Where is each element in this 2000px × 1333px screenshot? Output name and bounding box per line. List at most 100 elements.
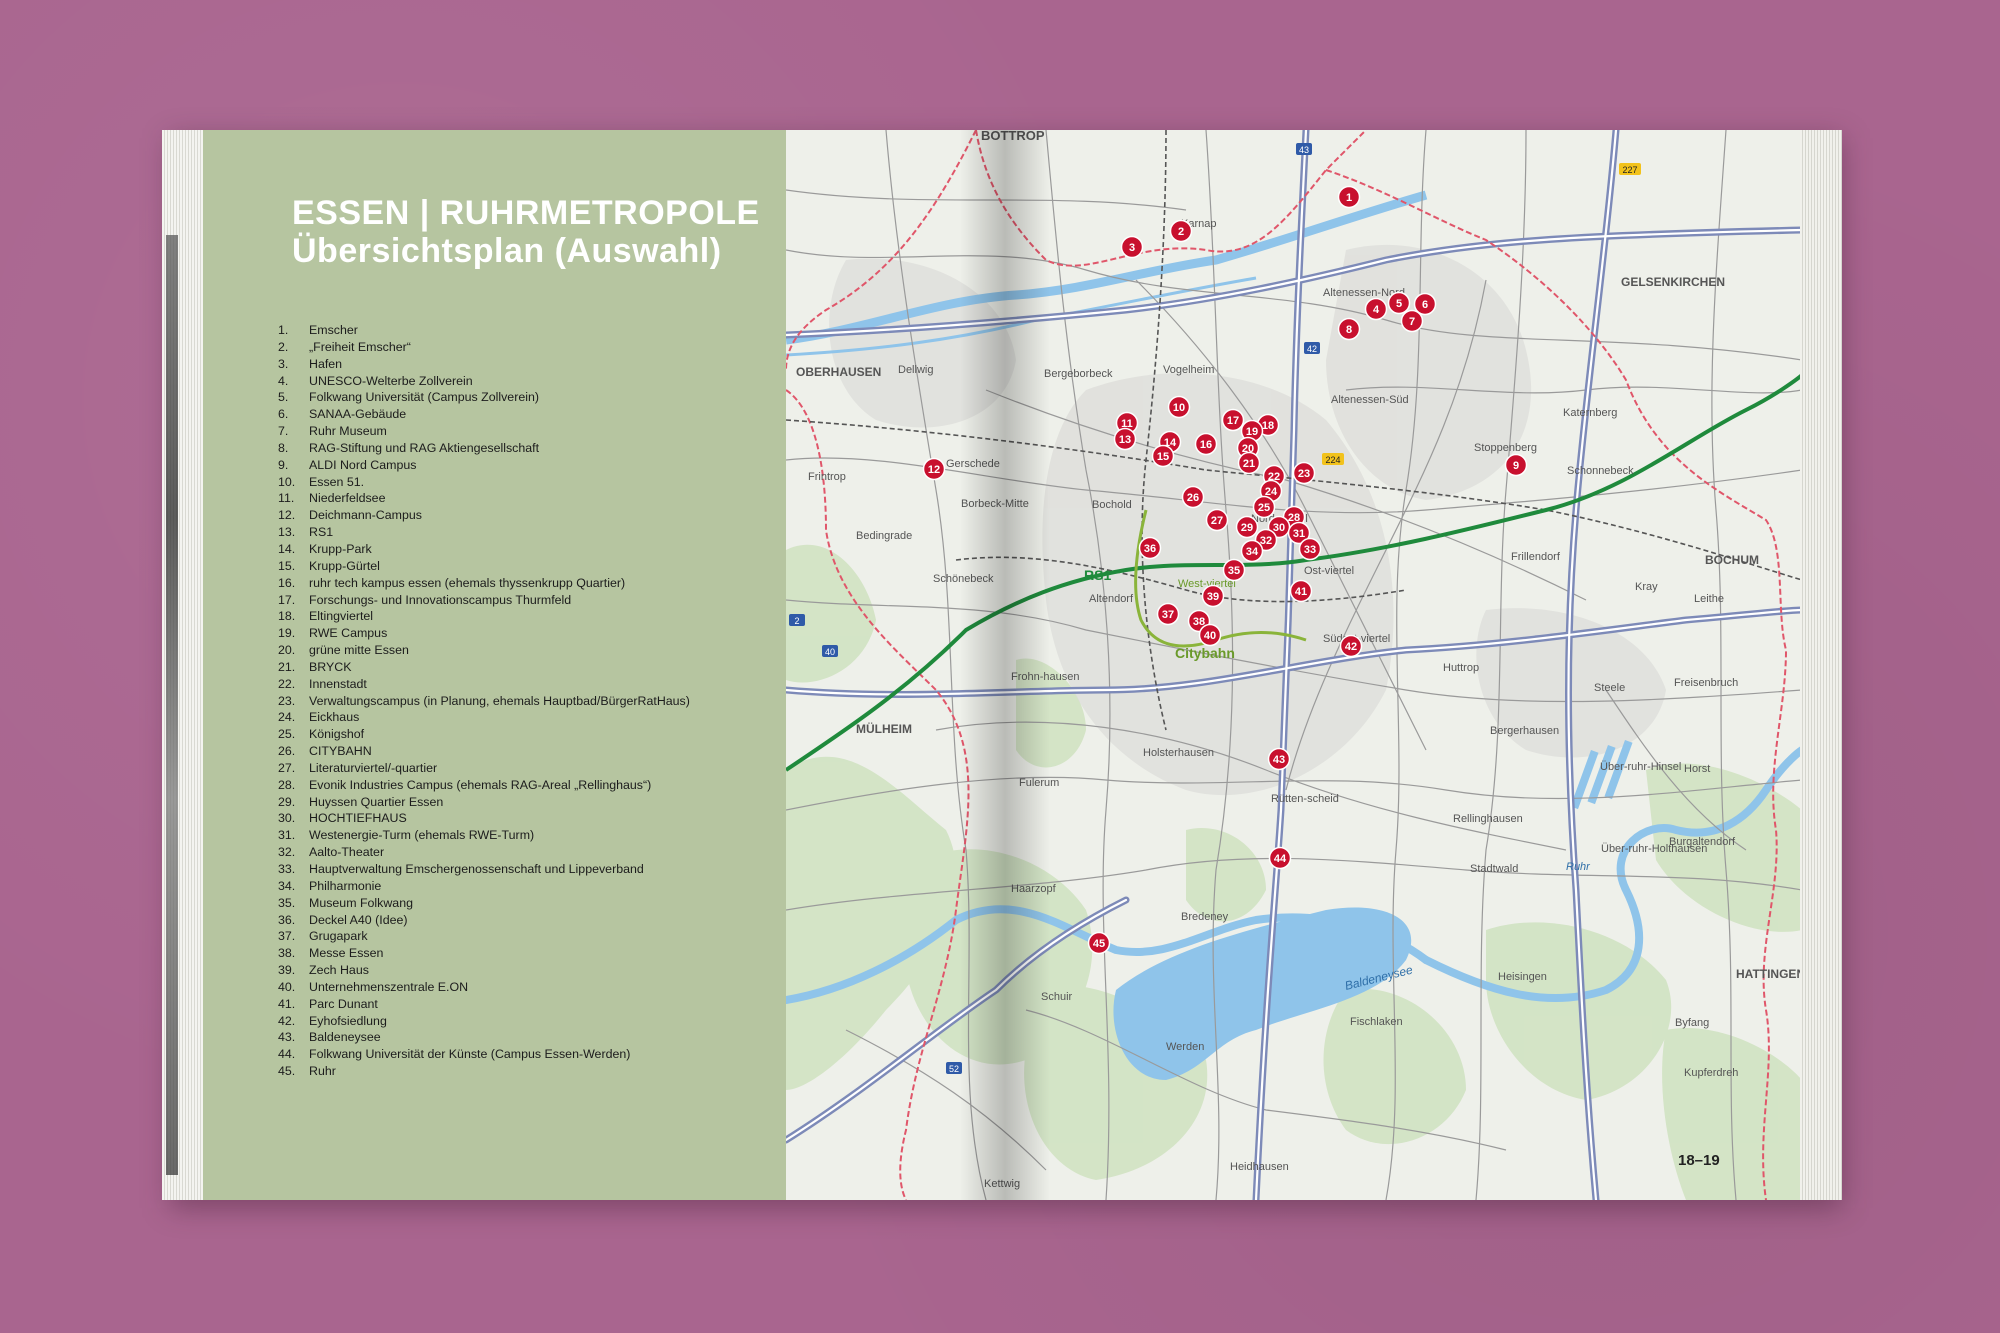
- poi-number: 41: [1295, 586, 1307, 598]
- poi-marker-5[interactable]: 5: [1387, 291, 1411, 315]
- poi-marker-9[interactable]: 9: [1504, 453, 1528, 477]
- poi-marker-2[interactable]: 2: [1169, 219, 1193, 243]
- poi-marker-8[interactable]: 8: [1337, 317, 1361, 341]
- poi-marker-21[interactable]: 21: [1237, 451, 1261, 475]
- poi-marker-43[interactable]: 43: [1267, 747, 1291, 771]
- legend-label: Folkwang Universität der Künste (Campus …: [309, 1047, 631, 1062]
- legend-label: RWE Campus: [309, 626, 388, 641]
- poi-marker-41[interactable]: 41: [1289, 579, 1313, 603]
- poi-marker-4[interactable]: 4: [1364, 297, 1388, 321]
- place-label: Bergeborbeck: [1044, 368, 1113, 380]
- poi-marker-12[interactable]: 12: [922, 457, 946, 481]
- poi-number: 18: [1262, 420, 1274, 432]
- poi-marker-40[interactable]: 40: [1198, 623, 1222, 647]
- legend-item: 21. BRYCK: [278, 659, 778, 676]
- legend-number: 38.: [278, 946, 296, 961]
- legend-number: 4.: [278, 373, 289, 388]
- place-label: Kettwig: [984, 1178, 1020, 1190]
- legend-label: Eickhaus: [309, 710, 360, 725]
- poi-marker-23[interactable]: 23: [1292, 461, 1316, 485]
- place-label: OBERHAUSEN: [796, 365, 881, 379]
- legend-item: 27. Literaturviertel/-quartier: [278, 760, 778, 777]
- legend-item: 38. Messe Essen: [278, 945, 778, 962]
- poi-marker-3[interactable]: 3: [1120, 235, 1144, 259]
- place-label: Ost-viertel: [1304, 565, 1354, 577]
- place-label: Steele: [1594, 682, 1625, 694]
- legend-label: Museum Folkwang: [309, 895, 413, 910]
- legend-item: 31. Westenergie-Turm (ehemals RWE-Turm): [278, 827, 778, 844]
- place-label: Über-ruhr-Holthausen: [1601, 843, 1707, 855]
- legend-item: 30. HOCHTIEFHAUS: [278, 810, 778, 827]
- poi-marker-17[interactable]: 17: [1221, 408, 1245, 432]
- poi-marker-13[interactable]: 13: [1113, 427, 1137, 451]
- svg-text:224: 224: [1325, 455, 1340, 465]
- poi-marker-39[interactable]: 39: [1201, 584, 1225, 608]
- poi-marker-36[interactable]: 36: [1138, 536, 1162, 560]
- legend-number: 28.: [278, 777, 296, 792]
- poi-marker-7[interactable]: 7: [1400, 309, 1424, 333]
- motorway-shield: 42: [1304, 342, 1320, 354]
- poi-number: 42: [1345, 641, 1357, 653]
- citybahn-label: Citybahn: [1175, 645, 1235, 661]
- legend-label: HOCHTIEFHAUS: [309, 811, 407, 826]
- legend-item: 11. Niederfeldsee: [278, 490, 778, 507]
- poi-number: 17: [1227, 415, 1239, 427]
- legend-item: 10. Essen 51.: [278, 474, 778, 491]
- legend-item: 3. Hafen: [278, 356, 778, 373]
- poi-marker-33[interactable]: 33: [1298, 537, 1322, 561]
- poi-marker-25[interactable]: 25: [1252, 495, 1276, 519]
- legend-item: 41. Parc Dunant: [278, 996, 778, 1013]
- place-label: Kupferdreh: [1684, 1067, 1738, 1079]
- poi-marker-44[interactable]: 44: [1268, 846, 1292, 870]
- poi-marker-37[interactable]: 37: [1156, 602, 1180, 626]
- poi-number: 8: [1346, 324, 1352, 336]
- page-number: 18–19: [1678, 1152, 1720, 1169]
- poi-number: 25: [1258, 502, 1270, 514]
- legend-label: Philharmonie: [309, 878, 382, 893]
- legend-label: Ruhr Museum: [309, 424, 387, 439]
- poi-number: 26: [1187, 492, 1199, 504]
- poi-number: 35: [1228, 565, 1240, 577]
- legend-label: Messe Essen: [309, 946, 384, 961]
- legend-label: Emscher: [309, 323, 358, 337]
- legend-label: Eltingviertel: [309, 609, 374, 624]
- legend-item: 2. „Freiheit Emscher“: [278, 339, 778, 356]
- legend-item: 35. Museum Folkwang: [278, 895, 778, 912]
- legend-item: 6. SANAA-Gebäude: [278, 406, 778, 423]
- place-label: Gerschede: [946, 458, 1000, 470]
- poi-marker-42[interactable]: 42: [1339, 634, 1363, 658]
- legend-label: Krupp-Park: [309, 541, 372, 556]
- poi-marker-45[interactable]: 45: [1087, 931, 1111, 955]
- legend-label: Grugapark: [309, 929, 368, 944]
- place-label: Werden: [1166, 1041, 1204, 1053]
- legend-number: 14.: [278, 541, 296, 556]
- poi-marker-10[interactable]: 10: [1167, 395, 1191, 419]
- place-label: Über-ruhr-Hinsel: [1600, 761, 1681, 773]
- city-map[interactable]: BOTTROPKarnapGELSENKIRCHENAltenessen-Nor…: [786, 130, 1802, 1200]
- poi-marker-34[interactable]: 34: [1240, 539, 1264, 563]
- legend-number: 24.: [278, 710, 296, 725]
- poi-marker-16[interactable]: 16: [1194, 432, 1218, 456]
- poi-marker-29[interactable]: 29: [1235, 515, 1259, 539]
- place-label: Vogelheim: [1163, 364, 1214, 376]
- place-label: Dellwig: [898, 364, 933, 376]
- legend-number: 34.: [278, 878, 296, 893]
- legend-label: Westenergie-Turm (ehemals RWE-Turm): [309, 828, 535, 843]
- poi-marker-15[interactable]: 15: [1151, 444, 1175, 468]
- poi-number: 21: [1243, 458, 1255, 470]
- poi-number: 27: [1211, 515, 1223, 527]
- poi-marker-1[interactable]: 1: [1337, 185, 1361, 209]
- svg-text:43: 43: [1299, 145, 1309, 155]
- legend-item: 33. Hauptverwaltung Emschergenossenschaft…: [278, 861, 778, 878]
- poi-marker-35[interactable]: 35: [1222, 558, 1246, 582]
- legend-item: 7. Ruhr Museum: [278, 423, 778, 440]
- legend-item: 28. Evonik Industries Campus (ehemals RAG…: [278, 777, 778, 794]
- legend-number: 33.: [278, 862, 296, 876]
- poi-marker-27[interactable]: 27: [1205, 508, 1229, 532]
- legend-label: Baldeneysee: [309, 1030, 381, 1045]
- poi-marker-26[interactable]: 26: [1181, 485, 1205, 509]
- poi-number: 43: [1273, 754, 1285, 766]
- place-label: Leithe: [1694, 593, 1724, 605]
- legend-item: 15. Krupp-Gürtel: [278, 558, 778, 575]
- legend-item: 5. Folkwang Universität (Campus Zollverei…: [278, 389, 778, 406]
